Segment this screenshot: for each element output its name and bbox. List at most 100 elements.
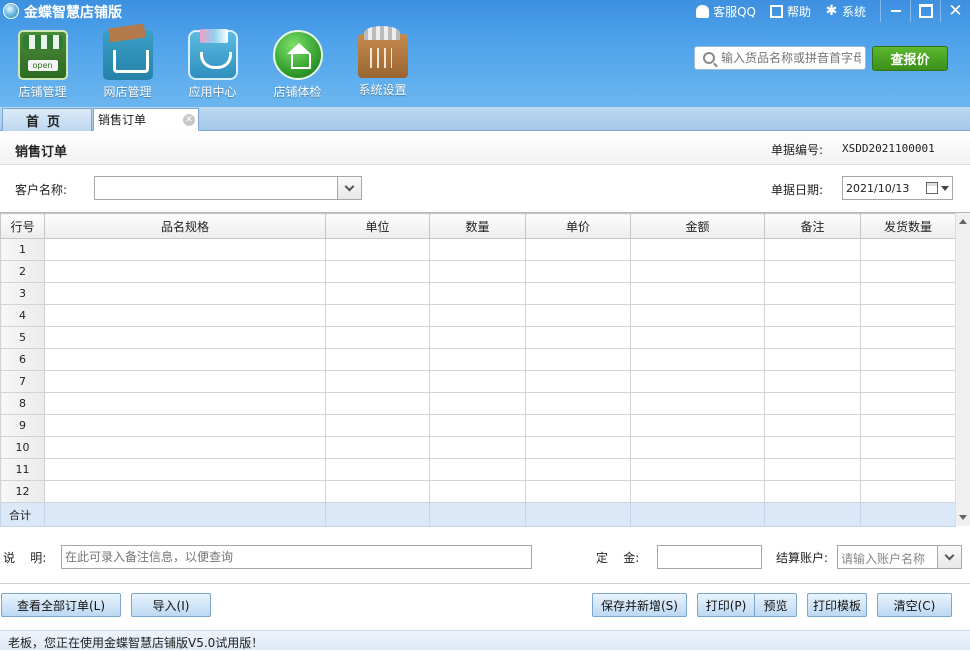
cell[interactable] (764, 458, 861, 481)
cell[interactable] (525, 326, 631, 349)
deposit-input[interactable] (657, 545, 762, 569)
table-row[interactable]: 7 (0, 370, 956, 393)
col-header-product[interactable]: 品名规格 (44, 213, 326, 239)
cell[interactable] (44, 414, 326, 437)
table-row[interactable]: 10 (0, 436, 956, 459)
cell[interactable] (325, 260, 430, 283)
cell[interactable] (429, 436, 526, 459)
cell[interactable] (764, 436, 861, 459)
cell[interactable] (860, 282, 956, 305)
dropdown-arrow-icon[interactable] (941, 186, 949, 191)
tab-home[interactable]: 首页 (2, 108, 92, 131)
cell[interactable] (325, 370, 430, 393)
cell[interactable] (630, 326, 765, 349)
cell[interactable] (44, 480, 326, 503)
save-and-new-button[interactable]: 保存并新增(S) (592, 593, 687, 617)
cell[interactable] (525, 392, 631, 415)
cell[interactable] (860, 260, 956, 283)
cell[interactable] (429, 326, 526, 349)
cell[interactable] (44, 392, 326, 415)
preview-button[interactable]: 预览 (755, 593, 797, 617)
cell[interactable] (429, 282, 526, 305)
cell[interactable] (429, 304, 526, 327)
close-button[interactable]: ✕ (940, 0, 970, 22)
maximize-button[interactable] (910, 0, 940, 22)
cell[interactable] (764, 370, 861, 393)
cell[interactable] (429, 370, 526, 393)
customer-select[interactable] (94, 176, 362, 200)
nav-app-center[interactable]: 应用中心 (170, 29, 255, 100)
help-link[interactable]: 帮助 (769, 3, 811, 20)
cell[interactable] (325, 436, 430, 459)
table-row[interactable]: 8 (0, 392, 956, 415)
cell[interactable] (630, 392, 765, 415)
cell[interactable] (325, 392, 430, 415)
cell[interactable] (44, 304, 326, 327)
close-tab-icon[interactable]: ✕ (183, 114, 195, 126)
cell[interactable] (630, 414, 765, 437)
cell[interactable] (764, 260, 861, 283)
cell[interactable] (525, 414, 631, 437)
print-button[interactable]: 打印(P) (697, 593, 755, 617)
cell[interactable] (325, 480, 430, 503)
cell[interactable] (860, 348, 956, 371)
cell[interactable] (325, 304, 430, 327)
cell[interactable] (525, 370, 631, 393)
table-row[interactable]: 5 (0, 326, 956, 349)
col-header-quantity[interactable]: 数量 (429, 213, 526, 239)
cell[interactable] (44, 436, 326, 459)
cell[interactable] (44, 370, 326, 393)
customer-qq-link[interactable]: 客服QQ (696, 3, 756, 20)
cell[interactable] (630, 238, 765, 261)
cell[interactable] (630, 458, 765, 481)
cell[interactable] (525, 436, 631, 459)
cell[interactable] (630, 304, 765, 327)
cell[interactable] (764, 238, 861, 261)
col-header-row-no[interactable]: 行号 (0, 213, 45, 239)
nav-store-check[interactable]: 店铺体检 (255, 30, 340, 100)
nav-store-management[interactable]: 店铺管理 (0, 30, 85, 100)
cell[interactable] (630, 370, 765, 393)
cell[interactable] (525, 348, 631, 371)
tab-sales-order[interactable]: 销售订单 ✕ (93, 108, 199, 131)
cell[interactable] (429, 392, 526, 415)
cell[interactable] (429, 458, 526, 481)
nav-online-store[interactable]: 网店管理 (85, 30, 170, 100)
cell[interactable] (764, 414, 861, 437)
scroll-down-icon[interactable] (959, 515, 967, 520)
cell[interactable] (44, 326, 326, 349)
cell[interactable] (764, 304, 861, 327)
nav-system-settings[interactable]: 系统设置 (340, 26, 425, 100)
note-input[interactable] (61, 545, 532, 569)
clear-button[interactable]: 清空(C) (877, 593, 952, 617)
account-dropdown-button[interactable] (937, 546, 961, 568)
cell[interactable] (860, 392, 956, 415)
col-header-price[interactable]: 单价 (525, 213, 631, 239)
cell[interactable] (44, 458, 326, 481)
cell[interactable] (525, 304, 631, 327)
table-row[interactable]: 12 (0, 480, 956, 503)
cell[interactable] (325, 282, 430, 305)
cell[interactable] (860, 304, 956, 327)
col-header-unit[interactable]: 单位 (325, 213, 430, 239)
cell[interactable] (44, 260, 326, 283)
print-template-button[interactable]: 打印模板 (807, 593, 867, 617)
table-row[interactable]: 3 (0, 282, 956, 305)
cell[interactable] (525, 480, 631, 503)
table-row[interactable]: 2 (0, 260, 956, 283)
cell[interactable] (764, 326, 861, 349)
cell[interactable] (860, 326, 956, 349)
cell[interactable] (429, 480, 526, 503)
cell[interactable] (429, 348, 526, 371)
cell[interactable] (630, 260, 765, 283)
cell[interactable] (860, 458, 956, 481)
cell[interactable] (325, 348, 430, 371)
cell[interactable] (764, 480, 861, 503)
cell[interactable] (630, 436, 765, 459)
cell[interactable] (525, 458, 631, 481)
table-row[interactable]: 11 (0, 458, 956, 481)
cell[interactable] (429, 238, 526, 261)
date-picker[interactable]: 2021/10/13 (842, 176, 953, 200)
account-select[interactable]: 请输入账户名称 (837, 545, 962, 569)
cell[interactable] (764, 348, 861, 371)
